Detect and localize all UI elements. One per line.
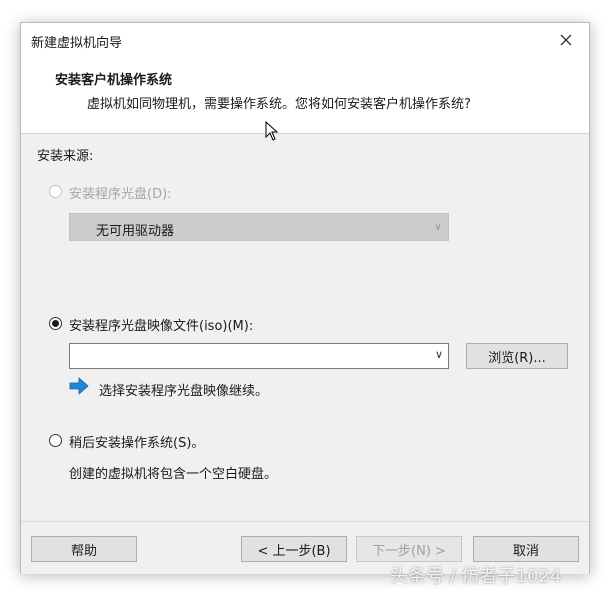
close-icon <box>560 34 572 46</box>
wizard-header: 安装客户机操作系统 虚拟机如同物理机，需要操作系统。您将如何安装客户机操作系统? <box>21 57 589 141</box>
radio-iso-image[interactable] <box>49 317 62 330</box>
drive-select-value: 无可用驱动器 <box>96 224 175 239</box>
radio-installer-disc[interactable] <box>49 185 62 198</box>
help-button[interactable]: 帮助 <box>31 536 137 562</box>
cancel-button[interactable]: 取消 <box>473 536 579 562</box>
radio-installer-disc-label[interactable]: 安装程序光盘(D): <box>69 183 172 202</box>
close-button[interactable] <box>543 23 589 57</box>
radio-install-later[interactable] <box>49 434 62 447</box>
new-vm-wizard-dialog: 新建虚拟机向导 安装客户机操作系统 虚拟机如同物理机，需要操作系统。您将如何安装… <box>20 22 590 574</box>
chevron-down-icon: ∨ <box>433 220 442 233</box>
iso-path-combobox[interactable]: ∨ <box>69 343 449 369</box>
watermark: 头条号 / 仿者子1024 <box>390 566 562 587</box>
mouse-cursor-icon <box>265 121 279 141</box>
title-bar: 新建虚拟机向导 <box>21 23 589 57</box>
chevron-down-icon[interactable]: ∨ <box>435 348 443 361</box>
next-button[interactable]: 下一步(N) > <box>356 536 462 562</box>
drive-select[interactable]: 无可用驱动器 ∨ <box>69 213 449 241</box>
window-title: 新建虚拟机向导 <box>31 36 123 51</box>
install-later-description: 创建的虚拟机将包含一个空白硬盘。 <box>69 467 278 482</box>
arrow-right-icon <box>69 377 89 395</box>
radio-iso-image-label[interactable]: 安装程序光盘映像文件(iso)(M): <box>69 315 253 334</box>
hint-text: 选择安装程序光盘映像继续。 <box>99 384 269 399</box>
install-source-label: 安装来源: <box>37 149 94 164</box>
page-title: 安装客户机操作系统 <box>55 73 173 88</box>
back-button[interactable]: < 上一步(B) <box>241 536 347 562</box>
page-subtitle: 虚拟机如同物理机，需要操作系统。您将如何安装客户机操作系统? <box>87 97 471 112</box>
radio-install-later-label[interactable]: 稍后安装操作系统(S)。 <box>69 432 204 451</box>
browse-button[interactable]: 浏览(R)... <box>466 343 568 369</box>
